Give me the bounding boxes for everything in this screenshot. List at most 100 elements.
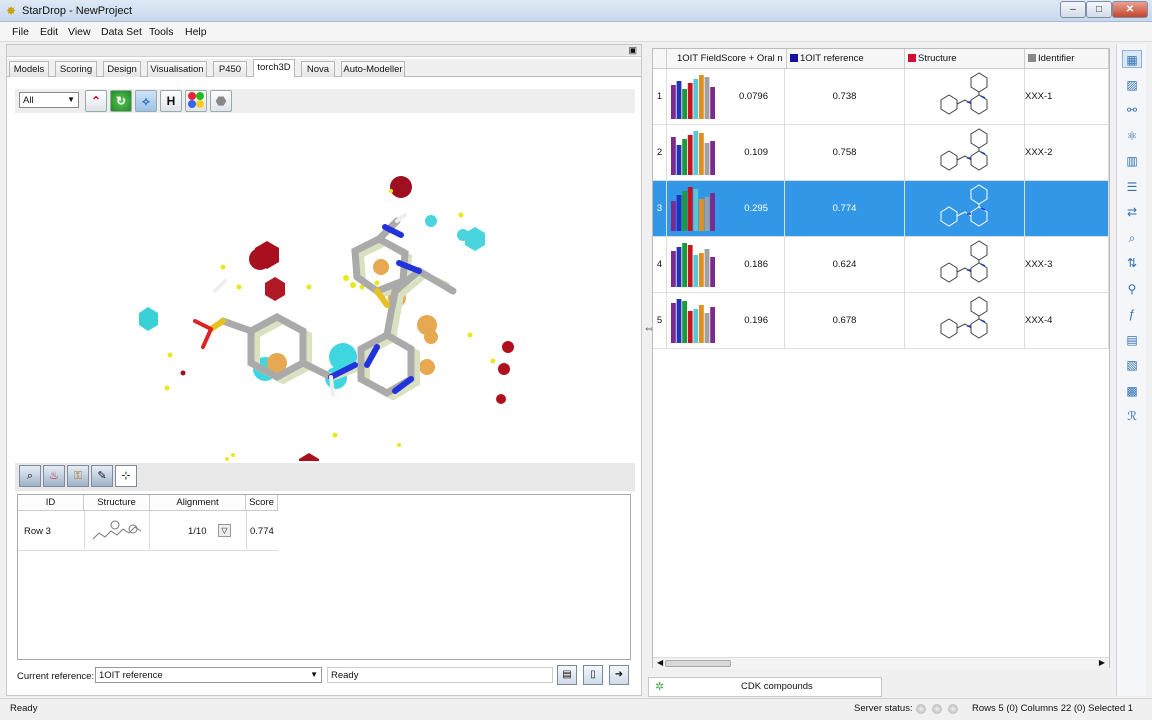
profile-bar bbox=[704, 77, 710, 119]
table-row[interactable]: 3 0.295 0.774 bbox=[653, 181, 1109, 237]
dataset-icon: ✲ bbox=[655, 681, 665, 693]
alignment-dropdown-icon[interactable]: ▽ bbox=[218, 524, 231, 537]
column-header-id[interactable]: ID bbox=[18, 495, 84, 511]
profile-bar bbox=[671, 201, 676, 231]
profile-bar bbox=[699, 75, 704, 119]
profile-bar bbox=[671, 85, 676, 119]
scroll-thumb[interactable] bbox=[665, 660, 731, 667]
transform-icon[interactable]: ⇄ bbox=[1122, 203, 1142, 221]
profile-bar bbox=[704, 249, 710, 287]
horizontal-scrollbar[interactable]: ◀ ▶ bbox=[653, 657, 1109, 669]
structure-drawing bbox=[905, 69, 1025, 125]
table-row[interactable]: Row 3 1/10 ▽ 0.774 bbox=[18, 511, 278, 551]
atom-icon[interactable]: ⚛ bbox=[1122, 127, 1142, 145]
lock-molecule-icon[interactable]: ⚿ bbox=[67, 465, 89, 487]
column-header-fieldscore[interactable]: 1OIT FieldScore + Oral n bbox=[667, 49, 787, 69]
menu-help[interactable]: Help bbox=[185, 26, 207, 38]
menu-view[interactable]: View bbox=[68, 26, 91, 38]
window-title: StarDrop - NewProject bbox=[22, 5, 133, 17]
tab-auto-modeller[interactable]: Auto-Modeller bbox=[341, 61, 405, 77]
dataset-tab[interactable]: ✲ CDK compounds bbox=[648, 677, 882, 697]
alignment-value: 1/10 bbox=[188, 526, 207, 537]
fieldscore-value: 0.0796 bbox=[738, 91, 768, 102]
grid-icon[interactable]: ▥ bbox=[1122, 152, 1142, 170]
field-points-icon[interactable]: ⟡ bbox=[135, 90, 157, 112]
tab-scoring[interactable]: Scoring bbox=[55, 61, 97, 77]
table-row[interactable]: 4 0.186 0.624 XXX-3 bbox=[653, 237, 1109, 293]
column-header-score[interactable]: Score bbox=[246, 495, 278, 511]
reference-score: 0.738 bbox=[785, 69, 905, 125]
fieldscore-value: 0.109 bbox=[744, 147, 768, 158]
save-icon[interactable]: ▤ bbox=[557, 665, 577, 685]
structure-thumbnail bbox=[84, 511, 150, 551]
row-bar-chart: 0.186 bbox=[667, 237, 785, 293]
column-header-structure[interactable]: Structure bbox=[905, 49, 1025, 69]
tab-p450[interactable]: P450 bbox=[213, 61, 247, 77]
menu-edit[interactable]: Edit bbox=[40, 26, 58, 38]
tab-models[interactable]: Models bbox=[9, 61, 49, 77]
export-table-icon[interactable]: ▧ bbox=[1122, 356, 1142, 374]
search-molecule-icon[interactable]: ⌕ bbox=[19, 465, 41, 487]
tab-visualisation[interactable]: Visualisation bbox=[147, 61, 207, 77]
zoom-icon[interactable]: ⌕ bbox=[1122, 229, 1142, 247]
profile-bar bbox=[693, 131, 699, 175]
structure-drawing bbox=[905, 181, 1025, 237]
minimize-button[interactable]: – bbox=[1060, 1, 1086, 18]
export-icon[interactable]: ➜ bbox=[609, 665, 629, 685]
table-view-icon[interactable]: ▦ bbox=[1122, 50, 1142, 68]
refresh-icon[interactable]: ↻ bbox=[110, 90, 132, 112]
column-header-structure[interactable]: Structure bbox=[84, 495, 150, 511]
molecule-group-icon[interactable]: ⚯ bbox=[1122, 101, 1142, 119]
molecule-filter-select[interactable]: All ▼ bbox=[19, 92, 79, 108]
tools-icon[interactable]: ✎ bbox=[91, 465, 113, 487]
column-header-identifier[interactable]: Identifier bbox=[1025, 49, 1109, 69]
mesh-icon[interactable]: ⬣ bbox=[210, 90, 232, 112]
profile-bar bbox=[676, 81, 682, 119]
scroll-left-icon[interactable]: ◀ bbox=[657, 658, 663, 667]
column-header-alignment[interactable]: Alignment bbox=[150, 495, 246, 511]
table-row[interactable]: 2 0.109 0.758 XXX-2 bbox=[653, 125, 1109, 181]
columns-icon[interactable]: ▤ bbox=[1122, 331, 1142, 349]
list-icon[interactable]: ☰ bbox=[1122, 178, 1142, 196]
fit-view-icon[interactable]: ⊹ bbox=[115, 465, 137, 487]
color-atoms-icon[interactable] bbox=[185, 90, 207, 112]
current-reference-select[interactable]: 1OIT reference ▼ bbox=[95, 667, 322, 683]
close-button[interactable]: ✕ bbox=[1112, 1, 1148, 18]
column-header-reference[interactable]: 1OIT reference bbox=[787, 49, 905, 69]
profile-bar bbox=[699, 253, 704, 287]
profile-bar bbox=[687, 135, 693, 175]
menu-data-set[interactable]: Data Set bbox=[101, 26, 142, 38]
profile-bar bbox=[710, 193, 715, 231]
starburst-icon: ✸ bbox=[6, 4, 17, 18]
r-group-icon[interactable]: ℛ bbox=[1122, 407, 1142, 425]
sort-icon[interactable]: ⇅ bbox=[1122, 254, 1142, 272]
molecule-3d-viewer[interactable] bbox=[15, 115, 635, 477]
menu-file[interactable]: File bbox=[12, 26, 29, 38]
tab-design[interactable]: Design bbox=[103, 61, 141, 77]
tab-torch3d[interactable]: torch3D bbox=[253, 59, 295, 77]
structure-drawing bbox=[905, 125, 1025, 181]
matrix-icon[interactable]: ▩ bbox=[1122, 382, 1142, 400]
row-number: 4 bbox=[653, 237, 667, 293]
maximize-button[interactable]: □ bbox=[1086, 1, 1112, 18]
fire-extinguisher-icon[interactable]: ♨ bbox=[43, 465, 65, 487]
hydrogen-button[interactable]: H bbox=[160, 90, 182, 112]
table-row[interactable]: 5 0.196 0.678 XXX-4 bbox=[653, 293, 1109, 349]
menu-tools[interactable]: Tools bbox=[149, 26, 174, 38]
surface-icon[interactable]: ⌃ bbox=[85, 90, 107, 112]
server-status-label: Server status: bbox=[854, 703, 913, 714]
server-status-light bbox=[916, 704, 926, 714]
float-panel-icon[interactable]: ▣ bbox=[628, 45, 637, 56]
function-icon[interactable]: ƒ bbox=[1122, 305, 1142, 323]
chart-icon[interactable]: ▨ bbox=[1122, 76, 1142, 94]
profile-bar bbox=[693, 255, 699, 287]
filter-icon[interactable]: ⚲ bbox=[1122, 280, 1142, 298]
tab-nova[interactable]: Nova bbox=[301, 61, 335, 77]
profile-bar bbox=[682, 243, 687, 287]
scroll-right-icon[interactable]: ▶ bbox=[1099, 658, 1105, 667]
row-bar-chart: 0.0796 bbox=[667, 69, 785, 125]
row-number: 5 bbox=[653, 293, 667, 349]
new-document-icon[interactable]: ▯ bbox=[583, 665, 603, 685]
table-row[interactable]: 1 0.0796 0.738 XXX-1 bbox=[653, 69, 1109, 125]
profile-bar bbox=[671, 137, 676, 175]
